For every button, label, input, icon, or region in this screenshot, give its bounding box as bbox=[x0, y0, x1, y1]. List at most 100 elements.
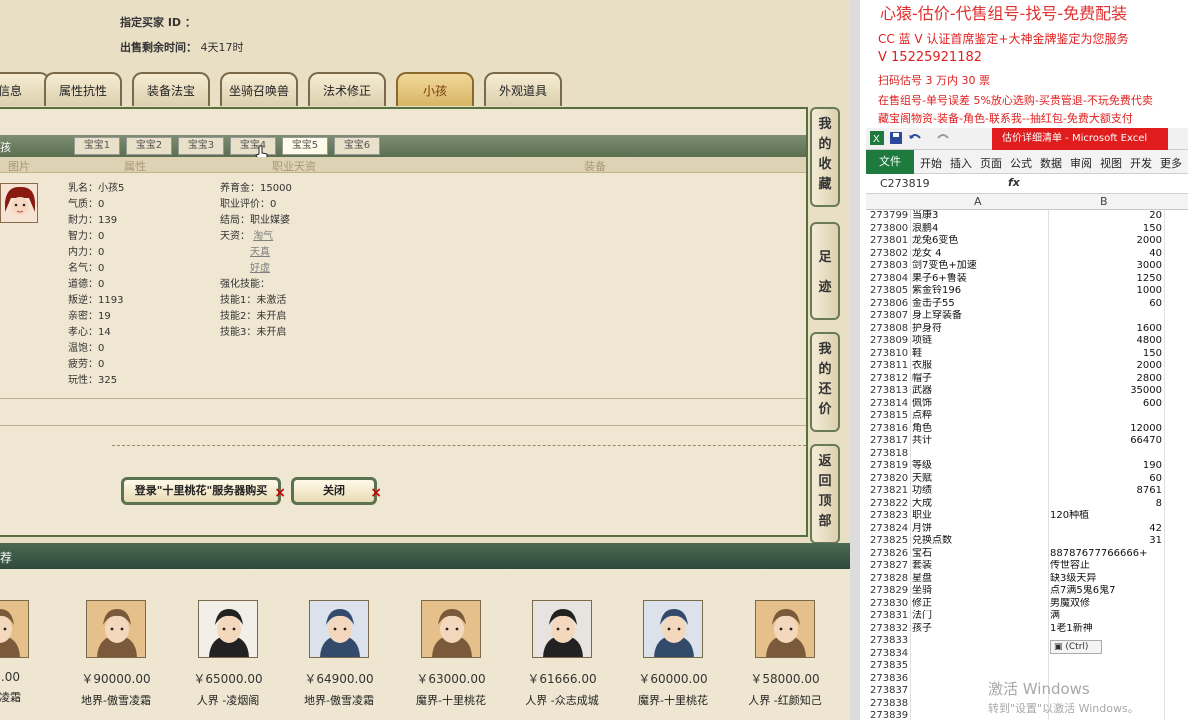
side-btn-bargains[interactable]: 我 的 还 价 bbox=[810, 332, 840, 432]
cell-a[interactable]: 宝石 bbox=[912, 548, 1046, 561]
row-number[interactable]: 273833 bbox=[870, 635, 910, 648]
cell-a[interactable]: 坐骑 bbox=[912, 585, 1046, 598]
row-number[interactable]: 273808 bbox=[870, 323, 910, 336]
cell-b[interactable]: 600 bbox=[1050, 398, 1162, 411]
item-server[interactable]: 人界 -红颜知己 bbox=[730, 692, 840, 708]
sub-tab-baby6[interactable]: 宝宝6 bbox=[334, 137, 380, 155]
cell-a[interactable]: 职业 bbox=[912, 510, 1046, 523]
sheet-row[interactable]: 273822 大成 8 bbox=[866, 498, 1188, 511]
cell-b[interactable]: 1250 bbox=[1050, 273, 1162, 286]
row-number[interactable]: 273813 bbox=[870, 385, 910, 398]
ribbon-tab-page[interactable]: 页面 bbox=[980, 155, 1002, 171]
sheet-row[interactable]: 273804 果子6+鲁装 1250 bbox=[866, 273, 1188, 286]
sheet-row[interactable]: 273799 当康3 20 bbox=[866, 210, 1188, 223]
cell-a[interactable]: 剑7变色+加速 bbox=[912, 260, 1046, 273]
talent-link-1[interactable]: 淘气 bbox=[253, 231, 273, 242]
sheet-row[interactable]: 273832 孩子 1老1新神 bbox=[866, 623, 1188, 636]
sheet-row[interactable]: 273813 武器 35000 bbox=[866, 385, 1188, 398]
row-number[interactable]: 273814 bbox=[870, 398, 910, 411]
sheet-row[interactable]: 273814 佩饰 600 bbox=[866, 398, 1188, 411]
talent-link-3[interactable]: 好虚 bbox=[250, 263, 270, 274]
character-portrait[interactable] bbox=[309, 600, 369, 658]
item-server[interactable]: 傲雪凌霜 bbox=[0, 689, 54, 705]
cell-a[interactable]: 功绩 bbox=[912, 485, 1046, 498]
row-number[interactable]: 273826 bbox=[870, 548, 910, 561]
cell-b[interactable]: 缺3级天异 bbox=[1050, 573, 1162, 586]
row-number[interactable]: 273834 bbox=[870, 648, 910, 661]
ribbon-tab-review[interactable]: 审阅 bbox=[1070, 155, 1092, 171]
row-number[interactable]: 273818 bbox=[870, 448, 910, 461]
item-server[interactable]: 魔界-十里桃花 bbox=[618, 692, 728, 708]
recommend-item[interactable]: ￥58000.00 人界 -红颜知己 bbox=[730, 600, 840, 708]
character-portrait[interactable] bbox=[86, 600, 146, 658]
tab-attributes[interactable]: 属性抗性 bbox=[44, 72, 122, 106]
recommend-item[interactable]: 000.00 傲雪凌霜 bbox=[0, 600, 54, 705]
item-server[interactable]: 魔界-十里桃花 bbox=[396, 692, 506, 708]
sheet-row[interactable]: 273834 bbox=[866, 648, 1188, 661]
sheet-row[interactable]: 273833 bbox=[866, 635, 1188, 648]
sub-tab-baby2[interactable]: 宝宝2 bbox=[126, 137, 172, 155]
row-number[interactable]: 273807 bbox=[870, 310, 910, 323]
row-number[interactable]: 273817 bbox=[870, 435, 910, 448]
row-number[interactable]: 273810 bbox=[870, 348, 910, 361]
cell-b[interactable]: 88787677766666+ bbox=[1050, 548, 1162, 561]
cell-b[interactable]: 1600 bbox=[1050, 323, 1162, 336]
sheet-row[interactable]: 273835 bbox=[866, 660, 1188, 673]
cell-b[interactable]: 点7满5鬼6鬼7 bbox=[1050, 585, 1162, 598]
tab-mounts[interactable]: 坐骑召唤兽 bbox=[220, 72, 298, 106]
cell-b[interactable]: 60 bbox=[1050, 298, 1162, 311]
talent-link-2[interactable]: 天真 bbox=[250, 247, 270, 258]
sheet-row[interactable]: 273809 项链 4800 bbox=[866, 335, 1188, 348]
ribbon-tab-home[interactable]: 开始 bbox=[920, 155, 942, 171]
cell-b[interactable]: 2800 bbox=[1050, 373, 1162, 386]
row-number[interactable]: 273832 bbox=[870, 623, 910, 636]
recommend-item[interactable]: ￥65000.00 人界 -凌烟阁 bbox=[173, 600, 283, 708]
row-number[interactable]: 273816 bbox=[870, 423, 910, 436]
sheet-row[interactable]: 273807 身上穿装备 bbox=[866, 310, 1188, 323]
buy-button[interactable]: 登录"十里桃花"服务器购买 × bbox=[121, 477, 286, 505]
cell-a[interactable]: 果子6+鲁装 bbox=[912, 273, 1046, 286]
sheet-row[interactable]: 273815 点粹 bbox=[866, 410, 1188, 423]
cell-a[interactable]: 衣服 bbox=[912, 360, 1046, 373]
cell-a[interactable]: 兑换点数 bbox=[912, 535, 1046, 548]
redo-icon[interactable] bbox=[936, 132, 950, 144]
item-server[interactable]: 人界 -凌烟阁 bbox=[173, 692, 283, 708]
side-btn-history[interactable]: 足 迹 bbox=[810, 222, 840, 320]
ribbon-tab-insert[interactable]: 插入 bbox=[950, 155, 972, 171]
cell-a[interactable]: 月饼 bbox=[912, 523, 1046, 536]
side-btn-back-top[interactable]: 返 回 顶 部 bbox=[810, 444, 840, 544]
sheet-row[interactable]: 273812 帽子 2800 bbox=[866, 373, 1188, 386]
recommend-item[interactable]: ￥90000.00 地界-傲雪凌霜 bbox=[61, 600, 171, 708]
row-number[interactable]: 273831 bbox=[870, 610, 910, 623]
fx-icon[interactable]: fx bbox=[1008, 176, 1020, 189]
sheet-row[interactable]: 273803 剑7变色+加速 3000 bbox=[866, 260, 1188, 273]
item-server[interactable]: 地界-傲雪凌霜 bbox=[284, 692, 394, 708]
row-number[interactable]: 273838 bbox=[870, 698, 910, 711]
ribbon-tab-data[interactable]: 数据 bbox=[1040, 155, 1062, 171]
cell-b[interactable]: 8761 bbox=[1050, 485, 1162, 498]
cell-a[interactable]: 佩饰 bbox=[912, 398, 1046, 411]
sheet-row[interactable]: 273828 星盘 缺3级天异 bbox=[866, 573, 1188, 586]
sheet-row[interactable]: 273802 龙女 4 40 bbox=[866, 248, 1188, 261]
row-number[interactable]: 273827 bbox=[870, 560, 910, 573]
cell-b[interactable]: 60 bbox=[1050, 473, 1162, 486]
cell-b[interactable]: 120种植 bbox=[1050, 510, 1162, 523]
cell-b[interactable]: 1老1新神 bbox=[1050, 623, 1162, 636]
row-number[interactable]: 273804 bbox=[870, 273, 910, 286]
row-number[interactable]: 273801 bbox=[870, 235, 910, 248]
cell-b[interactable]: 8 bbox=[1050, 498, 1162, 511]
cell-a[interactable]: 护身符 bbox=[912, 323, 1046, 336]
row-number[interactable]: 273806 bbox=[870, 298, 910, 311]
tab-appearance[interactable]: 外观道具 bbox=[484, 72, 562, 106]
row-number[interactable]: 273824 bbox=[870, 523, 910, 536]
sub-tab-baby3[interactable]: 宝宝3 bbox=[178, 137, 224, 155]
row-number[interactable]: 273800 bbox=[870, 223, 910, 236]
row-number[interactable]: 273822 bbox=[870, 498, 910, 511]
row-number[interactable]: 273805 bbox=[870, 285, 910, 298]
undo-icon[interactable] bbox=[908, 132, 922, 144]
cell-a[interactable]: 龙女 4 bbox=[912, 248, 1046, 261]
ribbon-tab-file[interactable]: 文件 bbox=[866, 150, 914, 174]
row-number[interactable]: 273815 bbox=[870, 410, 910, 423]
ribbon-tab-view[interactable]: 视图 bbox=[1100, 155, 1122, 171]
row-number[interactable]: 273835 bbox=[870, 660, 910, 673]
